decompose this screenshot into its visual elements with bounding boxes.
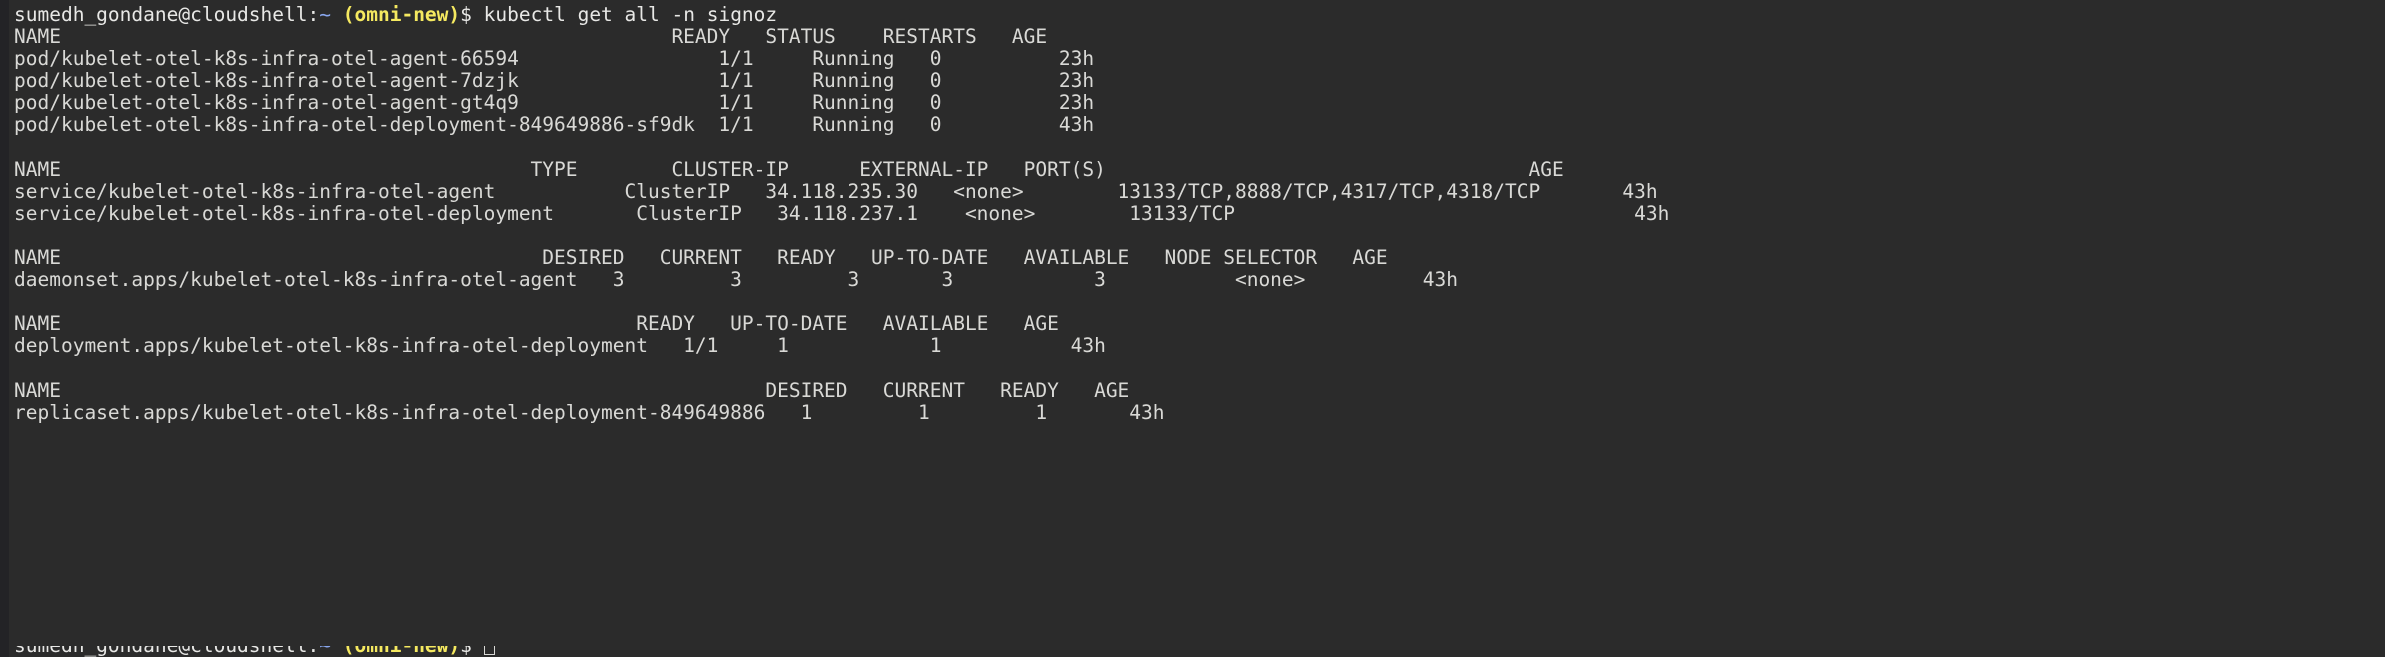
replicasets-header-row: NAME DESIRED CURRENT READY AGE [14,378,1130,402]
prompt-project: (omni-new) [342,3,461,26]
terminal-window[interactable]: sumedh_gondane@cloudshell:~ (omni-new)$ … [0,0,2385,657]
prompt-user-host: sumedh_gondane@cloudshell [14,3,308,26]
table-row: pod/kubelet-otel-k8s-infra-otel-agent-gt… [14,91,1095,115]
bottom-prompt-separator: : [308,646,320,657]
pods-header-row: NAME READY STATUS RESTARTS AGE [14,25,1048,49]
prompt-dollar: $ [460,3,472,26]
bottom-prompt-dollar: $ [460,646,472,657]
prompt-command: kubectl get all -n signoz [483,3,778,26]
prompt-line-bottom: sumedh_gondane@cloudshell:~ (omni-new)$ [14,646,2385,657]
services-header-row: NAME TYPE CLUSTER-IP EXTERNAL-IP PORT(S)… [14,157,1564,181]
bottom-prompt-project: (omni-new) [343,646,460,657]
bottom-prompt-user-host: sumedh_gondane@cloudshell [14,646,308,657]
table-row: pod/kubelet-otel-k8s-infra-otel-deployme… [14,113,1095,137]
table-row: service/kubelet-otel-k8s-infra-otel-agen… [14,179,1658,203]
terminal-output-area[interactable]: sumedh_gondane@cloudshell:~ (omni-new)$ … [0,0,2385,657]
prompt-separator: : [307,3,320,26]
deployments-header-row: NAME READY UP-TO-DATE AVAILABLE AGE [14,312,1059,336]
table-row: pod/kubelet-otel-k8s-infra-otel-agent-7d… [14,69,1095,93]
table-row: service/kubelet-otel-k8s-infra-otel-depl… [14,201,1670,225]
bottom-clipped-prompt: sumedh_gondane@cloudshell:~ (omni-new)$ [0,646,2385,657]
prompt-path: ~ [319,3,331,26]
table-row: replicaset.apps/kubelet-otel-k8s-infra-o… [14,400,1165,424]
daemonsets-header-row: NAME DESIRED CURRENT READY UP-TO-DATE AV… [14,246,1388,270]
table-row: deployment.apps/kubelet-otel-k8s-infra-o… [14,334,1106,358]
prompt-line: sumedh_gondane@cloudshell:~ (omni-new)$ … [14,3,2385,26]
table-row: pod/kubelet-otel-k8s-infra-otel-agent-66… [14,47,1095,71]
table-row: daemonset.apps/kubelet-otel-k8s-infra-ot… [14,268,1459,292]
terminal-cursor [483,646,495,655]
bottom-prompt-path: ~ [319,646,331,657]
